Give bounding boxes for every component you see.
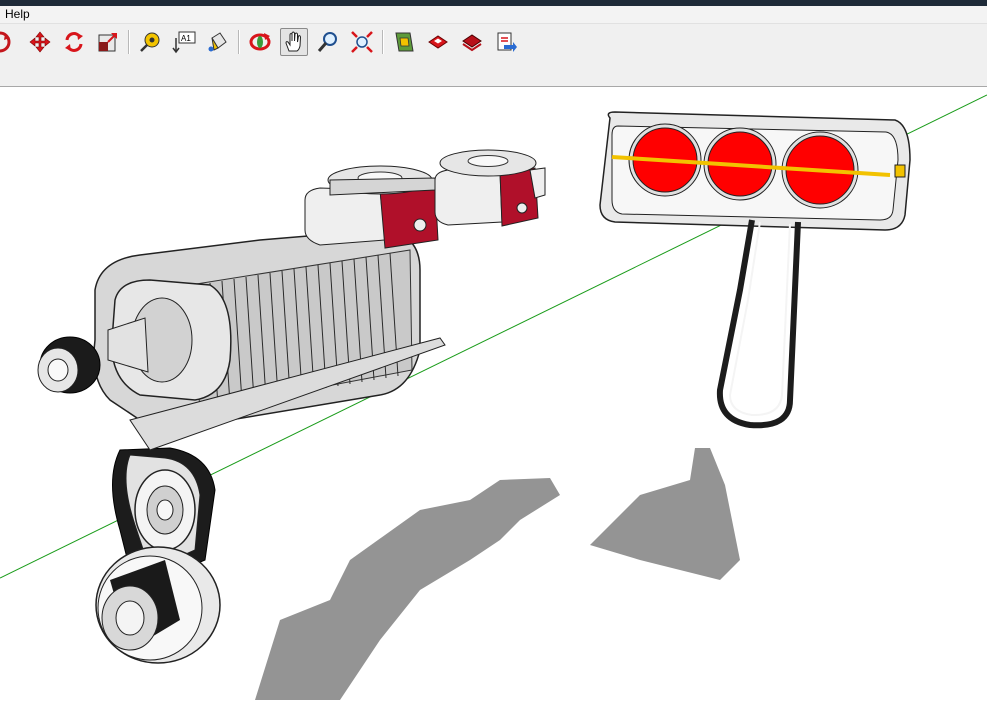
light-shadow bbox=[590, 448, 740, 580]
toolbar-separator bbox=[128, 30, 130, 54]
zoom-icon[interactable] bbox=[314, 28, 342, 56]
orbit-icon[interactable] bbox=[246, 28, 274, 56]
menu-help[interactable]: Help bbox=[3, 6, 32, 23]
rotate-icon[interactable] bbox=[60, 28, 88, 56]
carburetor-left[interactable] bbox=[304, 165, 439, 249]
text-icon[interactable]: A1 bbox=[170, 28, 198, 56]
scene-canvas bbox=[0, 94, 987, 700]
svg-text:A1: A1 bbox=[181, 34, 191, 43]
toolbar-separator bbox=[238, 30, 240, 54]
orbit-partial-icon[interactable] bbox=[0, 28, 14, 56]
supercharger-body[interactable] bbox=[37, 229, 446, 451]
carburetor-right[interactable] bbox=[434, 149, 546, 227]
traffic-light[interactable] bbox=[599, 111, 911, 429]
tape-measure-icon[interactable] bbox=[136, 28, 164, 56]
zoom-extents-icon[interactable] bbox=[348, 28, 376, 56]
scale-icon[interactable] bbox=[94, 28, 122, 56]
engine-shadow bbox=[255, 478, 560, 700]
toolbar: A1 bbox=[0, 24, 987, 87]
toolbar-separator bbox=[382, 30, 384, 54]
share-model-icon[interactable] bbox=[458, 28, 486, 56]
pan-hand-icon[interactable] bbox=[280, 28, 308, 56]
warehouse-icon[interactable] bbox=[390, 28, 418, 56]
model-viewport[interactable] bbox=[0, 87, 987, 707]
paint-bucket-icon[interactable] bbox=[204, 28, 232, 56]
move-icon[interactable] bbox=[26, 28, 54, 56]
pulley-assembly[interactable] bbox=[95, 447, 221, 664]
components-icon[interactable] bbox=[424, 28, 452, 56]
export-icon[interactable] bbox=[492, 28, 520, 56]
menu-bar: Help bbox=[0, 6, 987, 24]
